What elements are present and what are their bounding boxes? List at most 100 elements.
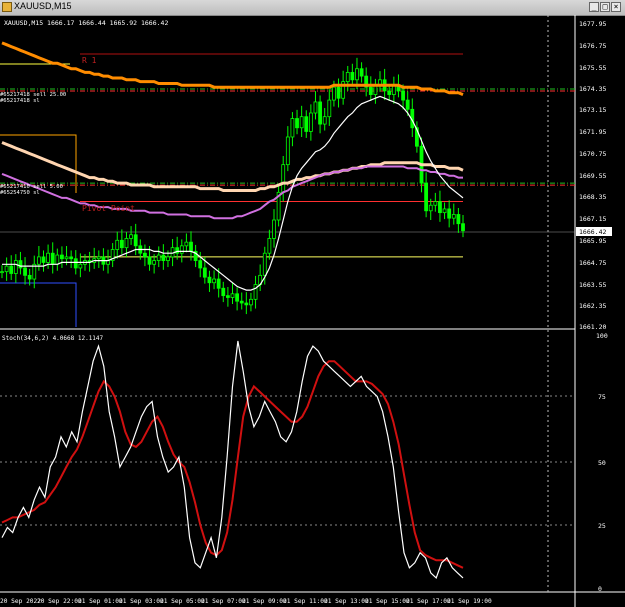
close-button[interactable]: × [611,2,621,12]
current-price-label: 1666.42 [579,228,606,236]
window-title: XAUUSD,M15 [14,1,72,11]
price-axis-label: 1662.35 [579,302,606,310]
chart-ohlc-label: XAUUSD,M15 1666.17 1666.44 1665.92 1666.… [4,19,168,27]
candle-body [96,256,101,260]
candle-body [143,252,147,258]
candle-body [428,204,433,212]
time-axis-label: 21 Sep 19:00 [447,598,492,605]
time-axis-label: 21 Sep 09:00 [242,598,287,605]
candle-body [308,112,313,132]
time-axis-label: 21 Sep 13:00 [324,598,369,605]
price-axis-label: 1673.15 [579,106,606,114]
candle-body [124,238,129,249]
time-axis-label: 20 Sep 2022 [0,598,41,605]
candle-body [235,293,240,302]
candle-body [327,99,332,118]
candle-body [451,214,456,219]
time-axis-label: 21 Sep 11:00 [283,598,328,605]
time-axis-label: 21 Sep 05:00 [160,598,205,605]
price-axis-label: 1665.95 [579,237,606,245]
time-axis-label: 21 Sep 01:00 [78,598,123,605]
candle-body [424,182,429,212]
candle-body [355,68,359,81]
pivot-point-label: Pivot Point [82,204,135,213]
candle-body [313,101,318,114]
order-label-4: #65254750 sl [0,190,40,196]
candle-body [4,265,9,273]
stoch-axis-label: 25 [598,522,606,530]
candle-body [368,86,373,95]
candle-body [133,234,138,247]
candle-body [73,258,78,269]
candle-body [212,278,216,284]
candle-body [304,116,309,132]
candle-body [0,271,4,274]
candle-body [230,293,235,298]
price-axis-label: 1667.15 [579,215,606,223]
candle-body [290,118,295,138]
price-axis-label: 1664.75 [579,259,606,267]
candle-body [55,254,60,265]
candle-body [401,90,405,101]
candle-body [46,252,50,263]
candle-body [18,260,23,269]
candle-body [64,256,69,260]
stoch-axis-label: 100 [596,332,608,340]
minimize-button[interactable]: _ [589,2,599,12]
candle-body [299,116,304,129]
candle-body [350,72,355,81]
candle-body [318,101,322,125]
candle-body [50,252,55,265]
candle-body [239,300,244,304]
chart-window-icon [2,2,12,12]
r1-label: R 1 [82,56,97,65]
candle-body [115,239,120,250]
candle-body [272,219,276,239]
candle-body [405,99,410,110]
candle-body [249,298,253,306]
stoch-axis-label: 0 [598,585,602,593]
candle-body [262,252,267,276]
price-axis-label: 1663.55 [579,281,606,289]
candle-body [433,201,438,206]
price-axis-label: 1675.55 [579,64,606,72]
candle-body [9,265,14,274]
candle-body [244,302,249,306]
candle-body [166,256,170,261]
candle-body [447,208,452,219]
time-axis-label: 21 Sep 07:00 [201,598,246,605]
stoch-axis-label: 75 [598,393,606,401]
candle-body [456,214,461,225]
price-axis-label: 1669.55 [579,172,606,180]
candle-body [225,295,230,298]
chart-canvas[interactable]: XAUUSD,M15 1666.17 1666.44 1665.92 1666.… [0,15,625,607]
time-axis-label: 21 Sep 15:00 [365,598,410,605]
window-titlebar[interactable]: XAUUSD,M15 _ □ × [0,0,625,16]
time-axis-label: 21 Sep 17:00 [406,598,451,605]
candle-body [198,260,203,269]
candle-body [119,239,124,249]
maximize-button[interactable]: □ [600,2,610,12]
candle-body [216,278,221,289]
candle-body [189,241,193,252]
candle-body [69,256,74,260]
candle-body [461,223,465,232]
candle-body [332,86,336,101]
candle-body [179,245,184,254]
time-axis-label: 21 Sep 03:00 [119,598,164,605]
candle-body [267,238,272,254]
price-axis-label: 1676.75 [579,42,606,50]
candle-body [156,254,161,261]
candle-body [387,90,392,95]
stoch-indicator-label: Stoch(34,6,2) 4.0668 12.1147 [2,335,104,342]
price-axis-label: 1674.35 [579,85,606,93]
candle-body [359,68,364,77]
price-axis-label: 1677.95 [579,20,606,28]
candle-body [336,86,341,99]
candle-body [438,201,442,214]
candle-body [322,116,327,125]
ma-violet-line [1,165,463,220]
price-axis-label: 1671.95 [579,128,606,136]
price-axis-label: 1670.75 [579,150,606,158]
candle-body [345,72,350,83]
